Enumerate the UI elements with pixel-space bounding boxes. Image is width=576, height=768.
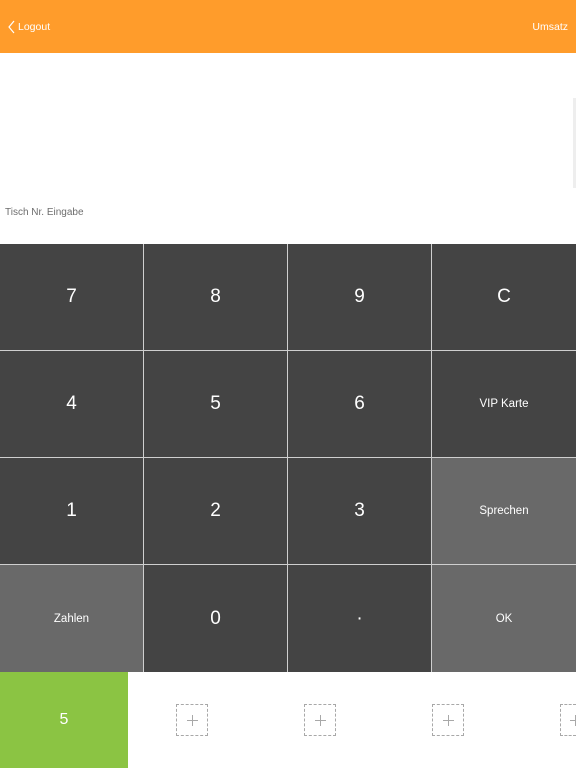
key-8[interactable]: 8 <box>144 244 287 350</box>
key-4[interactable]: 4 <box>0 351 143 457</box>
key-2[interactable]: 2 <box>144 458 287 564</box>
key-0[interactable]: 0 <box>144 565 287 672</box>
table-number-entry[interactable]: Tisch Nr. Eingabe <box>0 53 576 244</box>
chevron-left-icon <box>8 20 15 34</box>
active-table-slot[interactable]: 5 <box>0 672 128 768</box>
add-slot-button[interactable] <box>176 704 208 736</box>
logout-label: Logout <box>18 21 51 33</box>
umsatz-button[interactable]: Umsatz <box>532 21 568 33</box>
add-slot-button[interactable] <box>304 704 336 736</box>
key-6[interactable]: 6 <box>288 351 431 457</box>
key-ok[interactable]: OK <box>432 565 576 672</box>
plus-icon <box>442 714 454 726</box>
key-speak[interactable]: Sprechen <box>432 458 576 564</box>
key-9[interactable]: 9 <box>288 244 431 350</box>
plus-icon <box>570 714 576 726</box>
numeric-keypad: 7 8 9 C 4 5 6 VIP Karte 1 2 3 Sprechen Z… <box>0 244 576 672</box>
plus-icon <box>186 714 198 726</box>
key-3[interactable]: 3 <box>288 458 431 564</box>
key-clear[interactable]: C <box>432 244 576 350</box>
key-dot[interactable]: · <box>288 565 431 672</box>
navigation-bar: Logout Umsatz <box>0 0 576 53</box>
table-number-placeholder: Tisch Nr. Eingabe <box>5 207 84 218</box>
key-5[interactable]: 5 <box>144 351 287 457</box>
add-slot-button-partial[interactable] <box>560 704 576 736</box>
logout-button[interactable]: Logout <box>7 19 50 35</box>
plus-icon <box>314 714 326 726</box>
key-1[interactable]: 1 <box>0 458 143 564</box>
key-vip-card[interactable]: VIP Karte <box>432 351 576 457</box>
table-slot-bar: 5 <box>0 672 576 768</box>
key-7[interactable]: 7 <box>0 244 143 350</box>
key-pay[interactable]: Zahlen <box>0 565 143 672</box>
add-slot-button[interactable] <box>432 704 464 736</box>
